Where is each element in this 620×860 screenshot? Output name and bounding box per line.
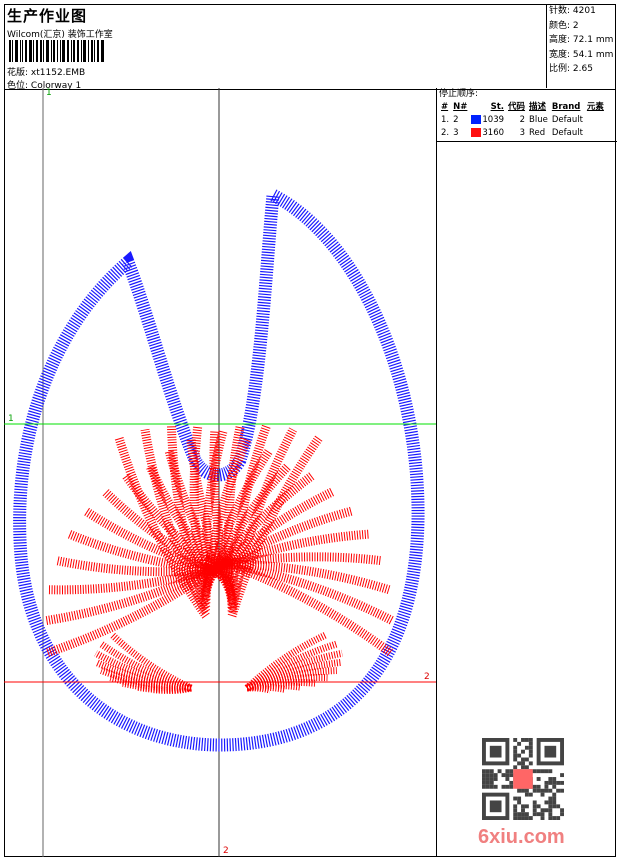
watermark-logo: 6xiu.com xyxy=(478,826,565,848)
embroidery-design xyxy=(4,88,436,857)
header: 生产作业图 Wilcom(汇京) 装饰工作室 花版: xt1152.EMB 色位… xyxy=(4,4,617,91)
col-needle: N# xyxy=(453,102,468,112)
col-description: 描述 xyxy=(529,102,547,112)
info-width: 宽度: 54.1 mm xyxy=(549,49,614,60)
design-label: 花版: xyxy=(7,68,29,78)
color-swatch-blue xyxy=(471,115,482,124)
info-stitches: 针数: 4201 xyxy=(549,6,596,16)
marker-bottom: 2 xyxy=(223,846,229,856)
color-swatch-red xyxy=(471,128,482,137)
design-info: 针数: 4201 颜色: 2 高度: 72.1 mm 宽度: 54.1 mm 比… xyxy=(546,4,617,88)
table-row: 1. 2 1039 2 Blue Default xyxy=(441,115,583,125)
col-brand: Brand xyxy=(551,102,581,112)
col-stitches: St. xyxy=(490,102,505,112)
qr-code xyxy=(482,738,564,820)
marker-top: 1 xyxy=(46,88,52,98)
col-element: 元素 xyxy=(586,102,604,112)
info-colors: 颜色: 2 xyxy=(549,20,579,31)
table-row: 2. 3 3160 3 Red Default xyxy=(441,128,583,138)
page-title: 生产作业图 xyxy=(7,7,88,25)
marker-right: 2 xyxy=(424,672,430,682)
stop-sequence-title: 停止顺序: xyxy=(439,89,479,99)
design-file-line: 花版: xt1152.EMB xyxy=(7,65,85,78)
stop-sequence-table: # N# St. 代码 描述 Brand 元素 1. 2 1039 2 Blue D… xyxy=(439,101,606,140)
info-scale: 比例: 2.65 xyxy=(549,64,593,74)
marker-left: 1 xyxy=(8,414,14,424)
feather xyxy=(245,649,343,692)
company-name: Wilcom(汇京) 装饰工作室 xyxy=(7,30,113,40)
design-file-value: xt1152.EMB xyxy=(30,68,86,78)
info-height: 高度: 72.1 mm xyxy=(549,35,614,45)
barcode xyxy=(9,40,134,62)
col-code: 代码 xyxy=(508,102,526,112)
col-index: # xyxy=(441,102,449,112)
